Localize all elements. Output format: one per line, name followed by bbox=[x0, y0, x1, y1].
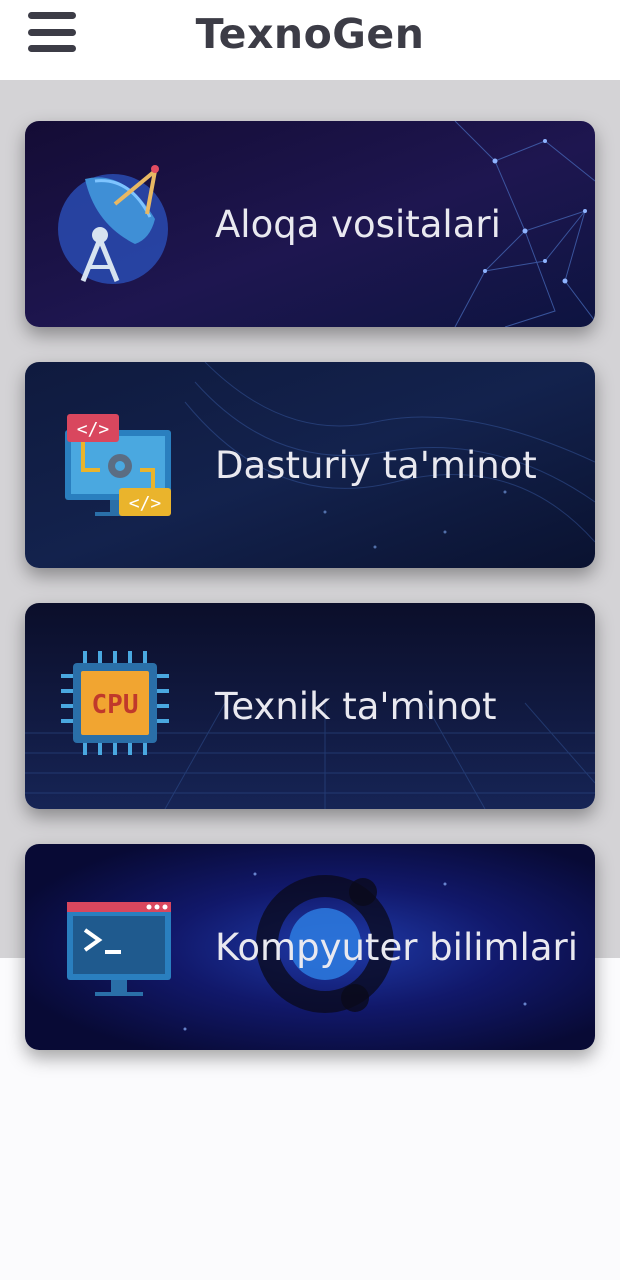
app-title: TexnoGen bbox=[195, 10, 425, 58]
category-card-texnik-taminot[interactable]: CPU Texnik ta'minot bbox=[25, 603, 595, 809]
code-monitor-icon: </> </> bbox=[65, 414, 171, 516]
app-header: TexnoGen bbox=[0, 0, 620, 80]
svg-text:</>: </> bbox=[77, 419, 110, 440]
category-card-aloqa-vositalari[interactable]: Aloqa vositalari bbox=[25, 121, 595, 327]
cpu-label: CPU bbox=[92, 690, 139, 720]
cpu-chip-icon: CPU bbox=[61, 651, 169, 755]
category-card-kompyuter-bilimlari[interactable]: Kompyuter bilimlari bbox=[25, 844, 595, 1050]
card-label: Kompyuter bilimlari bbox=[215, 925, 578, 969]
card-label: Aloqa vositalari bbox=[215, 202, 501, 246]
terminal-monitor-icon bbox=[67, 902, 171, 996]
svg-text:</>: </> bbox=[129, 493, 162, 514]
card-label: Dasturiy ta'minot bbox=[215, 443, 537, 487]
category-card-dasturiy-taminot[interactable]: </> </> Dasturiy ta'minot bbox=[25, 362, 595, 568]
card-label: Texnik ta'minot bbox=[215, 684, 497, 728]
satellite-dish-icon bbox=[58, 165, 168, 284]
